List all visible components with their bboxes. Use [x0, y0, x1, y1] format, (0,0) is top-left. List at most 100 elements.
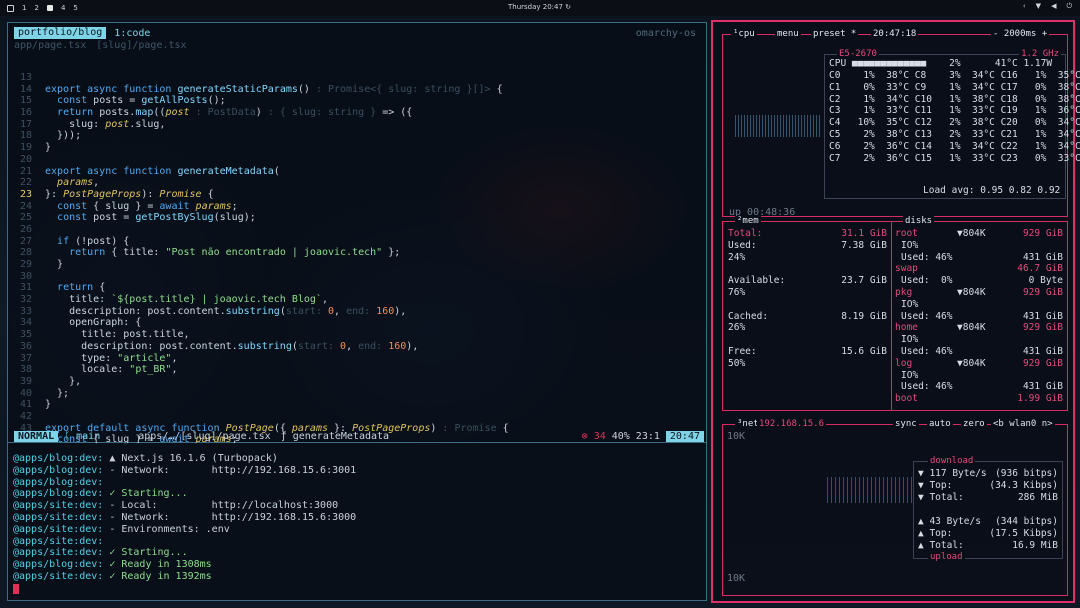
disk-io: ▼804K — [957, 287, 986, 298]
line-number: 20 — [19, 153, 32, 165]
editor-window[interactable]: portfolio/blog 1:code omarchy-os app/pag… — [7, 22, 708, 446]
workspace-current[interactable] — [46, 5, 53, 11]
update-interval[interactable]: - 2000ms + — [991, 29, 1050, 39]
code-line[interactable]: 30 — [8, 271, 708, 283]
mem-label: ²mem — [735, 216, 761, 226]
code-line[interactable]: 26 — [8, 224, 708, 236]
btop-window[interactable]: ¹cpu menu preset * 20:47:18 - 2000ms + u… — [711, 20, 1080, 603]
code-line[interactable]: 27 if (!post) { — [8, 236, 708, 248]
mem-label-text: 76% — [728, 287, 746, 298]
shell-prefix: @apps/blog:dev: — [13, 464, 104, 476]
menu-label[interactable]: menu — [775, 29, 801, 39]
code-line[interactable]: 40 }; — [8, 388, 708, 400]
code-line[interactable]: 35 title: post.title, — [8, 329, 708, 341]
shell-line: @apps/site:dev: — [13, 536, 356, 548]
net-scale-bottom: 10K — [727, 573, 746, 584]
line-text: if (!post) { — [57, 235, 130, 247]
line-text: export async function generateMetadata( — [45, 165, 280, 177]
net-interface[interactable]: <b wlan0 n> — [991, 419, 1055, 429]
buffer-tab-slug-page[interactable]: [slug]/page.tsx — [96, 40, 186, 51]
line-number: 22 — [19, 177, 32, 189]
code-line[interactable]: 16 return posts.map((post : PostData) : … — [8, 107, 708, 119]
code-line[interactable]: 22 params, — [8, 177, 708, 189]
workspace-5[interactable]: 5 — [73, 4, 77, 12]
disk-size: 46.7 GiB — [1017, 263, 1063, 275]
shell-prefix: @apps/site:dev: — [13, 570, 104, 582]
chevron-left-icon[interactable]: ‹ — [1023, 2, 1026, 11]
code-line[interactable]: 21 export async function generateMetadata… — [8, 166, 708, 178]
os-label: omarchy-os — [635, 27, 696, 39]
net-zero[interactable]: zero — [961, 419, 987, 429]
code-line[interactable]: 36 description: post.content.substring(s… — [8, 341, 708, 353]
prompt-cursor[interactable] — [13, 584, 19, 595]
code-line[interactable]: 38 locale: "pt_BR", — [8, 364, 708, 376]
code-line[interactable]: 29 } — [8, 259, 708, 271]
shell-prefix: @apps/blog:dev: — [13, 488, 104, 500]
line-text: params, — [57, 177, 100, 189]
workspace-4[interactable]: 4 — [61, 4, 65, 12]
code-line[interactable]: 20 — [8, 154, 708, 166]
disk-io-label: IO% — [901, 334, 919, 346]
shell-output: @apps/blog:dev: ▲ Next.js 16.1.6 (Turbop… — [13, 453, 356, 583]
code-line[interactable]: 17 slug: post.slug, — [8, 119, 708, 131]
mem-label-text: 24% — [728, 251, 746, 263]
workspace-2[interactable]: 2 — [34, 4, 38, 12]
code-line[interactable]: 14 export async function generateStaticPa… — [8, 84, 708, 96]
workspace-switcher[interactable]: 1 2 4 5 — [7, 4, 78, 12]
code-line[interactable]: 19} — [8, 142, 708, 154]
net-sync[interactable]: sync — [893, 419, 919, 429]
code-line[interactable]: 23}: PostPageProps): Promise { — [8, 189, 708, 201]
wifi-icon[interactable]: ▼ — [1036, 2, 1041, 11]
disk-name: root — [895, 228, 918, 239]
tab-portfolio-blog[interactable]: portfolio/blog — [14, 27, 107, 39]
preset-label[interactable]: preset * — [811, 29, 859, 39]
power-icon[interactable]: ⏻ — [1066, 2, 1072, 11]
cpu-core-row: C1 0% 33°C C9 1% 34°C C17 0% 38°C — [829, 81, 1080, 93]
clock[interactable]: Thursday 20:47 ↻ — [508, 3, 571, 11]
code-line[interactable]: 28 return { title: "Post não encontrado … — [8, 247, 708, 259]
code-line[interactable]: 15 const posts = getAllPosts(); — [8, 95, 708, 107]
system-tray: ‹ ▼ ◀ ⏻ — [1023, 2, 1072, 11]
disk-size: 929 GiB — [1022, 287, 1063, 298]
disk-used: Used: 46% — [901, 251, 953, 263]
shell-prefix: @apps/site:dev: — [13, 547, 104, 559]
code-line[interactable]: 32 title: `${post.title} | joaovic.tech … — [8, 294, 708, 306]
code-line[interactable]: 24 const { slug } = await params; — [8, 201, 708, 213]
code-line[interactable]: 13 — [8, 72, 708, 84]
line-text: } — [45, 399, 52, 411]
disk-io: ▼804K — [957, 357, 986, 369]
download-total: 286 MiB — [1017, 492, 1058, 503]
code-line[interactable]: 39 }, — [8, 376, 708, 388]
shell-line: @apps/site:dev: - Environments: .env — [13, 524, 356, 536]
git-branch: ᚴ main — [64, 431, 101, 442]
code-line[interactable]: 31 return { — [8, 282, 708, 294]
code-line[interactable]: 42 — [8, 411, 708, 423]
net-auto[interactable]: auto — [927, 419, 953, 429]
apps-icon[interactable] — [7, 4, 14, 12]
mem-label-text: Available: — [728, 275, 786, 287]
shell-text: - Local: http://localhost:3000 — [103, 500, 339, 512]
volume-icon[interactable]: ◀ — [1051, 2, 1056, 11]
shell-line: @apps/site:dev: - Local: http://localhos… — [13, 500, 356, 512]
mem-value: 23.7 GiB — [841, 275, 887, 287]
code-line[interactable]: 34 openGraph: { — [8, 317, 708, 329]
shell-text: ✓ Starting... — [103, 547, 188, 559]
code-line[interactable]: 25 const post = getPostBySlug(slug); — [8, 212, 708, 224]
workspace-1[interactable]: 1 — [22, 4, 26, 12]
shell-prefix: @apps/blog:dev: — [13, 453, 104, 464]
code-line[interactable]: 33 description: post.content.substring(s… — [8, 306, 708, 318]
code-line[interactable]: 41} — [8, 399, 708, 411]
btop-clock: 20:47:18 — [871, 29, 919, 39]
cpu-label[interactable]: ¹cpu — [731, 29, 757, 39]
diagnostics-icon: ⊗ — [581, 431, 588, 442]
line-number: 31 — [19, 282, 32, 294]
code-line[interactable]: 37 type: "article", — [8, 353, 708, 365]
tab-code[interactable]: 1:code — [114, 28, 150, 39]
buffer-tab-page[interactable]: app/page.tsx — [14, 40, 86, 51]
code-line[interactable]: 18 })); — [8, 130, 708, 142]
code-area[interactable]: 13 14 export async function generateStatic… — [8, 72, 708, 446]
upload-bits: (344 bitps) — [995, 516, 1058, 527]
line-text: } — [45, 259, 64, 270]
shell-window[interactable]: @apps/blog:dev: ▲ Next.js 16.1.6 (Turbop… — [7, 443, 707, 601]
shell-line: @apps/blog:dev: ✓ Starting... — [13, 488, 356, 500]
